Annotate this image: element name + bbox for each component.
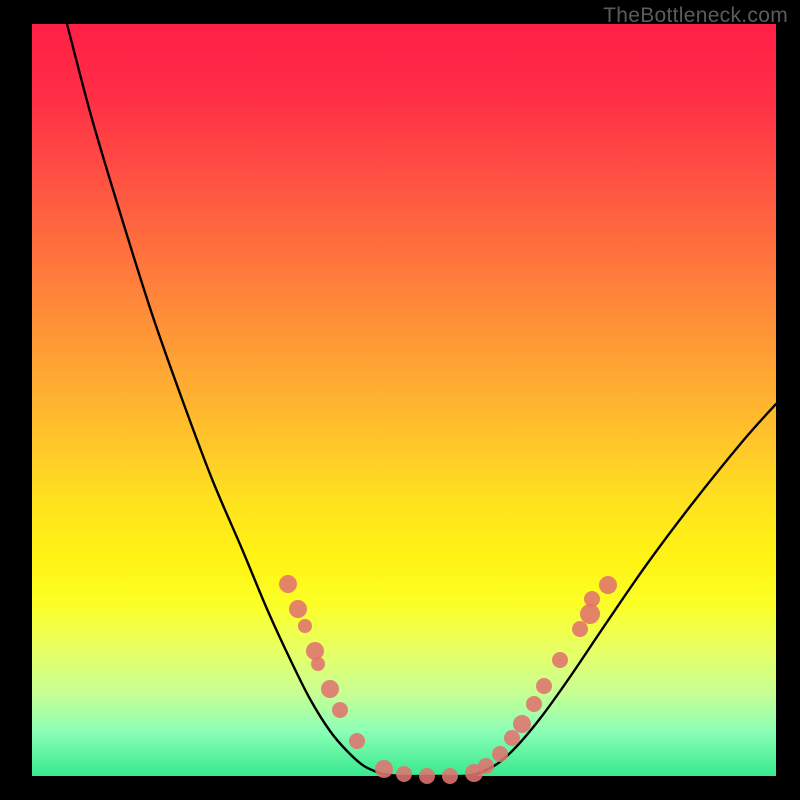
marker-point [492,746,508,762]
curve-markers [279,575,617,784]
outer-frame: TheBottleneck.com [0,0,800,800]
marker-point [580,604,600,624]
bottleneck-curve [67,24,776,776]
chart-plot-area [32,24,776,776]
marker-point [349,733,365,749]
marker-point [306,642,324,660]
marker-point [289,600,307,618]
marker-point [584,591,600,607]
marker-point [478,758,494,774]
marker-point [321,680,339,698]
marker-point [396,766,412,782]
watermark-label: TheBottleneck.com [603,4,788,28]
marker-point [442,768,458,784]
marker-point [332,702,348,718]
marker-point [419,768,435,784]
chart-svg [32,24,776,776]
marker-point [279,575,297,593]
marker-point [599,576,617,594]
marker-point [526,696,542,712]
marker-point [552,652,568,668]
marker-point [572,621,588,637]
marker-point [298,619,312,633]
marker-point [375,760,393,778]
marker-point [311,657,325,671]
marker-point [504,730,520,746]
marker-point [536,678,552,694]
marker-point [513,715,531,733]
